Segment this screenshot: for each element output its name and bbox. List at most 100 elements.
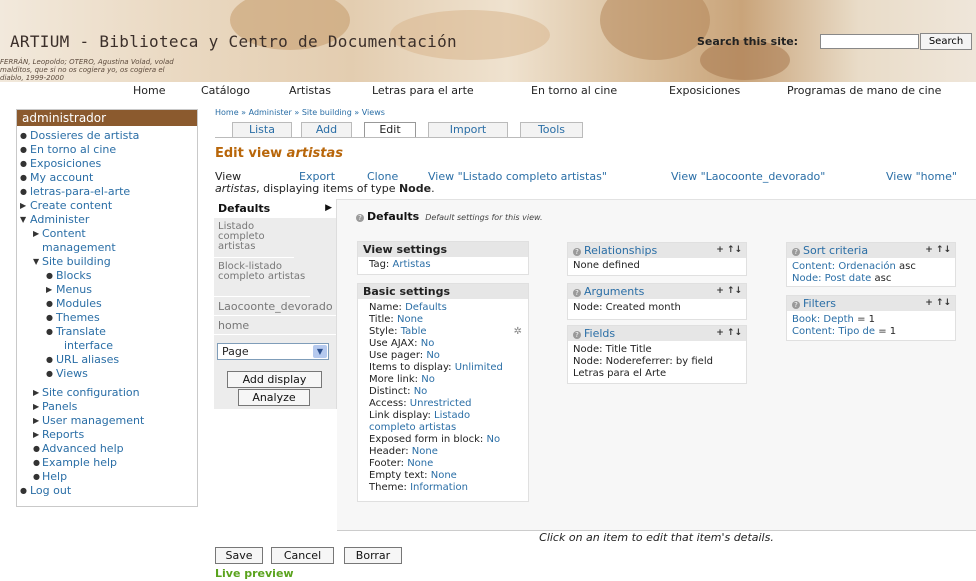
setting-access[interactable]: Access: Unrestricted: [358, 398, 528, 410]
view-link-laocoonte[interactable]: View "Laocoonte_devorado": [671, 170, 825, 183]
nav-exposiciones[interactable]: Exposiciones: [669, 84, 740, 97]
cancel-button[interactable]: Cancel: [271, 547, 334, 564]
tab-import[interactable]: Import: [428, 122, 508, 137]
sidebar-item-menus[interactable]: ▶ Menus: [17, 283, 197, 297]
setting-empty-text[interactable]: Empty text: None: [358, 470, 528, 482]
fields-title[interactable]: ? Fields + ↑↓: [568, 326, 746, 341]
setting-pager[interactable]: Use pager: No: [358, 350, 528, 362]
setting-more-link[interactable]: More link: No: [358, 374, 528, 386]
sidebar-item-advanced-help[interactable]: ● Advanced help: [17, 442, 197, 456]
setting-distinct[interactable]: Distinct: No: [358, 386, 528, 398]
search-button[interactable]: Search: [920, 33, 972, 50]
view-link-listado[interactable]: View "Listado completo artistas": [428, 170, 607, 183]
analyze-button[interactable]: Analyze: [238, 389, 310, 406]
gear-icon[interactable]: ✲: [514, 326, 522, 338]
sidebar-item-help[interactable]: ● Help: [17, 470, 197, 484]
page-title: Edit view artistas: [215, 146, 343, 161]
argument-item[interactable]: Node: Created month: [568, 299, 746, 314]
setting-link-display[interactable]: Link display: Listado: [358, 410, 528, 422]
sidebar-item-exposiciones[interactable]: ● Exposiciones: [17, 157, 197, 171]
breadcrumb[interactable]: Home » Administer » Site building » View…: [215, 108, 385, 117]
nav-letras[interactable]: Letras para el arte: [372, 84, 474, 97]
sidebar-item-translate-cont[interactable]: interface: [17, 339, 197, 353]
help-icon[interactable]: ?: [792, 248, 800, 256]
display-home[interactable]: home: [214, 317, 336, 335]
display-defaults[interactable]: Defaults ▶: [214, 199, 336, 218]
nav-home[interactable]: Home: [133, 84, 165, 97]
add-rearrange-icons[interactable]: + ↑↓: [925, 296, 951, 311]
sidebar-item-cine[interactable]: ● En torno al cine: [17, 143, 197, 157]
tab-tools[interactable]: Tools: [520, 122, 583, 137]
sidebar-item-user-management[interactable]: ▶ User management: [17, 414, 197, 428]
nav-cine[interactable]: En torno al cine: [531, 84, 617, 97]
add-rearrange-icons[interactable]: + ↑↓: [716, 243, 742, 258]
save-button[interactable]: Save: [215, 547, 263, 564]
sort-criteria-title[interactable]: ? Sort criteria + ↑↓: [787, 243, 955, 258]
sidebar-item-log-out[interactable]: ● Log out: [17, 484, 197, 498]
sidebar-item-site-building[interactable]: ▼ Site building: [17, 255, 197, 269]
help-icon[interactable]: ?: [573, 248, 581, 256]
sort-item[interactable]: Content: Ordenación asc: [787, 261, 955, 273]
sidebar-item-administer[interactable]: ▼ Administer: [17, 213, 197, 227]
site-title[interactable]: ARTIUM - Biblioteca y Centro de Document…: [10, 32, 457, 51]
setting-items[interactable]: Items to display: Unlimited: [358, 362, 528, 374]
sidebar-item-dossieres[interactable]: ● Dossieres de artista: [17, 129, 197, 143]
sidebar-item-create-content[interactable]: ▶ Create content: [17, 199, 197, 213]
setting-link-display-cont[interactable]: completo artistas: [358, 422, 528, 434]
field-item[interactable]: Letras para el Arte: [568, 368, 746, 380]
add-rearrange-icons[interactable]: + ↑↓: [716, 284, 742, 299]
nav-programas[interactable]: Programas de mano de cine: [787, 84, 941, 97]
help-icon[interactable]: ?: [573, 331, 581, 339]
sidebar-item-url-aliases[interactable]: ● URL aliases: [17, 353, 197, 367]
tab-edit[interactable]: Edit: [364, 122, 416, 138]
view-link-home[interactable]: View "home": [886, 170, 957, 183]
field-item[interactable]: Node: Nodereferrer: by field: [568, 356, 746, 368]
sidebar-item-my-account[interactable]: ● My account: [17, 171, 197, 185]
setting-name[interactable]: Name: Defaults: [358, 302, 528, 314]
field-item[interactable]: Node: Title Title: [568, 344, 746, 356]
sidebar-item-content-management-cont[interactable]: management: [17, 241, 197, 255]
setting-title[interactable]: Title: None: [358, 314, 528, 326]
add-display-button[interactable]: Add display: [227, 371, 322, 388]
setting-theme[interactable]: Theme: Information: [358, 482, 528, 494]
sidebar-item-themes[interactable]: ● Themes: [17, 311, 197, 325]
add-rearrange-icons[interactable]: + ↑↓: [716, 326, 742, 341]
relationships-title[interactable]: ? Relationships + ↑↓: [568, 243, 746, 258]
sidebar-item-modules[interactable]: ● Modules: [17, 297, 197, 311]
filter-item[interactable]: Book: Depth = 1: [787, 314, 955, 326]
view-settings-tag[interactable]: Tag: Artistas: [358, 257, 528, 271]
add-rearrange-icons[interactable]: + ↑↓: [925, 243, 951, 258]
filter-item[interactable]: Content: Tipo de = 1: [787, 326, 955, 338]
tab-lista[interactable]: Lista: [232, 122, 292, 137]
setting-style[interactable]: Style: Table ✲: [358, 326, 528, 338]
display-block-listado[interactable]: Block-listado completo artistas: [214, 259, 310, 297]
tab-add[interactable]: Add: [301, 122, 352, 137]
filters-title[interactable]: ? Filters + ↑↓: [787, 296, 955, 311]
setting-exposed-form[interactable]: Exposed form in block: No: [358, 434, 528, 446]
display-listado[interactable]: Listado completo artistas: [214, 219, 294, 258]
sidebar-item-views[interactable]: ● Views: [17, 367, 197, 381]
sidebar-item-blocks[interactable]: ● Blocks: [17, 269, 197, 283]
display-type-select[interactable]: Page ▼: [217, 343, 329, 360]
sidebar-item-example-help[interactable]: ● Example help: [17, 456, 197, 470]
sidebar-item-reports[interactable]: ▶ Reports: [17, 428, 197, 442]
sidebar-item-panels[interactable]: ▶ Panels: [17, 400, 197, 414]
setting-header[interactable]: Header: None: [358, 446, 528, 458]
sidebar-item-translate[interactable]: ● Translate: [17, 325, 197, 339]
display-laocoonte[interactable]: Laocoonte_devorado: [214, 298, 336, 316]
help-icon[interactable]: ?: [792, 301, 800, 309]
sidebar-item-content-management[interactable]: ▶ Content: [17, 227, 197, 241]
arguments-title[interactable]: ? Arguments + ↑↓: [568, 284, 746, 299]
nav-catalogo[interactable]: Catálogo: [201, 84, 250, 97]
setting-ajax[interactable]: Use AJAX: No: [358, 338, 528, 350]
delete-button[interactable]: Borrar: [344, 547, 402, 564]
sidebar-item-letras[interactable]: ● letras-para-el-arte: [17, 185, 197, 199]
help-icon[interactable]: ?: [356, 214, 364, 222]
search-input[interactable]: [820, 34, 919, 49]
sort-item[interactable]: Node: Post date asc: [787, 273, 955, 285]
site-slogan: FERRÁN, Leopoldo; OTERO, Agustina Volad,…: [0, 58, 174, 82]
setting-footer[interactable]: Footer: None: [358, 458, 528, 470]
help-icon[interactable]: ?: [573, 289, 581, 297]
nav-artistas[interactable]: Artistas: [289, 84, 331, 97]
sidebar-item-site-configuration[interactable]: ▶ Site configuration: [17, 386, 197, 400]
